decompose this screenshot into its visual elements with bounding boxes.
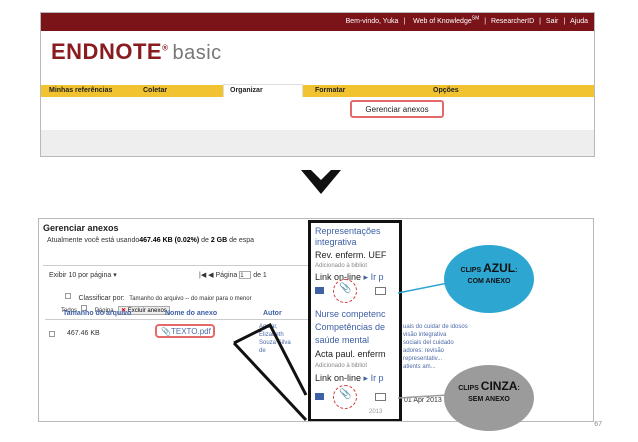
callout-overlay <box>232 282 449 422</box>
callout-blue-clip: CLIPS AZUL: COM ANEXO <box>444 245 534 313</box>
slide-number: 67 <box>594 421 602 428</box>
callout-gray-clip: CLIPS CINZA: SEM ANEXO <box>444 365 534 431</box>
